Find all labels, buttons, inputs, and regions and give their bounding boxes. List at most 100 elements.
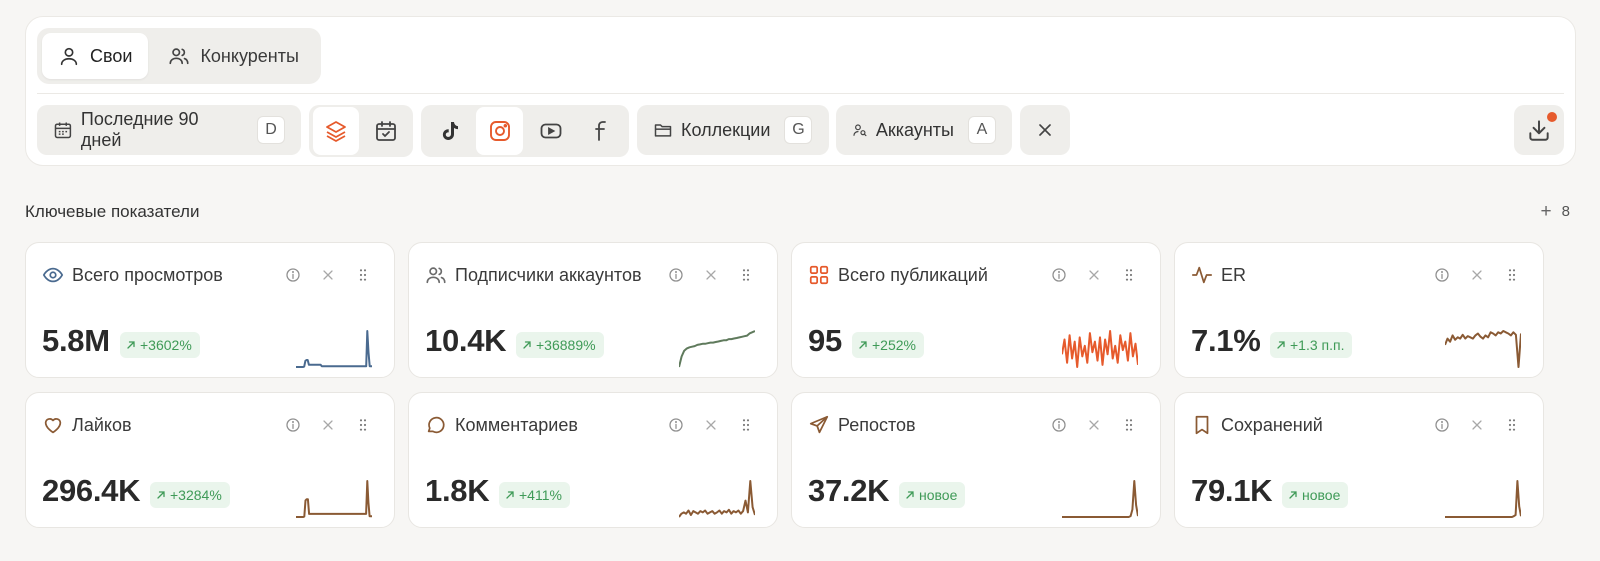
collections-filter[interactable]: Коллекции G: [637, 105, 829, 155]
youtube-button[interactable]: [527, 107, 574, 155]
info-button[interactable]: [1424, 263, 1459, 287]
drag-handle[interactable]: [1494, 413, 1529, 437]
metric-card: Комментариев 1.8K +411%: [408, 392, 778, 528]
metric-delta-badge: +3602%: [120, 332, 200, 358]
grip-icon: [359, 419, 366, 431]
metric-card: Сохранений 79.1K новое: [1174, 392, 1544, 528]
close-icon: [322, 270, 333, 280]
info-button[interactable]: [1041, 413, 1076, 437]
remove-metric-button[interactable]: [693, 413, 728, 437]
platform-toggle: [421, 105, 629, 157]
grip-icon: [742, 269, 749, 281]
sparkline-series: [296, 330, 372, 368]
metric-title: Комментариев: [455, 414, 578, 435]
drag-handle[interactable]: [345, 263, 380, 287]
clear-filters-button[interactable]: [1020, 105, 1070, 155]
bookmark-icon: [1191, 414, 1213, 436]
arrow-up-right-icon: [506, 491, 514, 499]
accounts-filter[interactable]: Аккаунты A: [836, 105, 1012, 155]
calendar-check-button[interactable]: [363, 107, 409, 155]
metric-card-actions: [1424, 263, 1529, 287]
metric-sparkline: [1445, 480, 1521, 518]
metric-card-actions: [658, 413, 763, 437]
close-icon: [1471, 420, 1482, 430]
all-content-button[interactable]: [313, 107, 359, 155]
layers-icon: [326, 121, 346, 142]
metric-card: Всего просмотров 5.8M +3602%: [25, 242, 395, 378]
info-button[interactable]: [658, 413, 693, 437]
tiktok-button[interactable]: [425, 107, 472, 155]
metric-delta-badge: +36889%: [516, 332, 604, 358]
remove-metric-button[interactable]: [1459, 413, 1494, 437]
remove-metric-button[interactable]: [310, 413, 345, 437]
sparkline-series: [1062, 480, 1138, 518]
metric-value: 79.1K: [1191, 473, 1273, 508]
drag-handle[interactable]: [1111, 263, 1146, 287]
add-metric-button[interactable]: + 8: [1541, 202, 1570, 221]
drag-handle[interactable]: [728, 413, 763, 437]
metric-delta-badge: +411%: [499, 482, 570, 508]
sparkline-series: [296, 480, 372, 518]
instagram-button[interactable]: [476, 107, 523, 155]
info-button[interactable]: [275, 413, 310, 437]
metric-title: Всего публикаций: [838, 264, 988, 285]
metric-sparkline: [1062, 480, 1138, 518]
remove-metric-button[interactable]: [693, 263, 728, 287]
metric-title: Репостов: [838, 414, 916, 435]
metric-value: 37.2K: [808, 473, 890, 508]
sparkline-series: [1062, 330, 1138, 368]
metric-sparkline: [1062, 330, 1138, 368]
remove-metric-button[interactable]: [310, 263, 345, 287]
period-filter[interactable]: Последние 90 дней D: [37, 105, 301, 155]
remove-metric-button[interactable]: [1459, 263, 1494, 287]
facebook-button[interactable]: [578, 107, 625, 155]
info-icon: [285, 268, 300, 282]
metric-value: 95: [808, 323, 842, 358]
user-search-icon: [853, 124, 867, 137]
sparkline-series: [679, 480, 755, 518]
drag-handle[interactable]: [728, 263, 763, 287]
info-button[interactable]: [1424, 413, 1459, 437]
arrow-up-right-icon: [523, 341, 531, 349]
close-icon: [1088, 420, 1099, 430]
tab-own-label: Свои: [90, 45, 133, 66]
metric-value: 10.4K: [425, 323, 507, 358]
drag-handle[interactable]: [345, 413, 380, 437]
metric-sparkline: [296, 330, 372, 368]
metric-delta-badge: новое: [1282, 482, 1349, 508]
remove-metric-button[interactable]: [1076, 263, 1111, 287]
divider: [37, 93, 1564, 94]
metric-card-actions: [1424, 413, 1529, 437]
download-button[interactable]: [1514, 105, 1564, 155]
metric-title: Лайков: [72, 414, 132, 435]
calendar-check-icon: [376, 121, 396, 141]
metric-sparkline: [1445, 330, 1521, 368]
calendar-icon: [54, 122, 72, 139]
tab-own[interactable]: Свои: [42, 33, 149, 79]
accounts-shortcut: A: [968, 116, 996, 144]
activity-icon: [1191, 264, 1213, 286]
metric-title: ER: [1221, 264, 1247, 285]
youtube-icon: [540, 123, 561, 139]
tiktok-icon: [442, 122, 458, 140]
info-button[interactable]: [275, 263, 310, 287]
heart-icon: [42, 414, 64, 436]
metric-title: Всего просмотров: [72, 264, 223, 285]
remove-metric-button[interactable]: [1076, 413, 1111, 437]
metric-sparkline: [296, 480, 372, 518]
drag-handle[interactable]: [1494, 263, 1529, 287]
tab-competitors[interactable]: Конкуренты: [152, 33, 314, 79]
metric-value: 1.8K: [425, 473, 490, 508]
metric-card: ER 7.1% +1.3 п.п.: [1174, 242, 1544, 378]
arrow-up-right-icon: [157, 491, 165, 499]
metric-card-actions: [658, 263, 763, 287]
metric-card: Лайков 296.4K +3284%: [25, 392, 395, 528]
info-icon: [1051, 418, 1066, 432]
collections-label: Коллекции: [681, 119, 771, 140]
info-button[interactable]: [1041, 263, 1076, 287]
info-icon: [668, 418, 683, 432]
info-button[interactable]: [658, 263, 693, 287]
drag-handle[interactable]: [1111, 413, 1146, 437]
grip-icon: [1508, 269, 1515, 281]
metric-value: 5.8M: [42, 323, 110, 358]
